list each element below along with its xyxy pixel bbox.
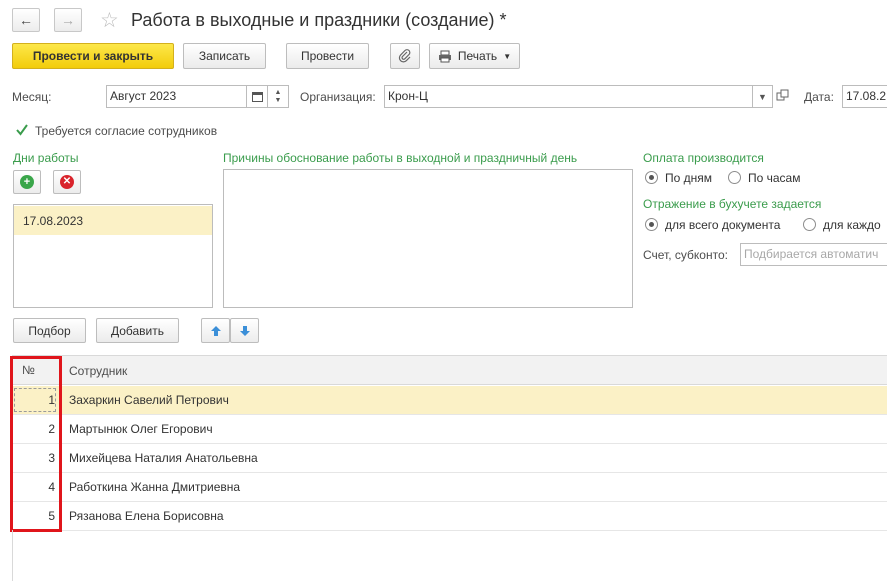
payment-by-days-radio[interactable] — [645, 171, 658, 184]
accounting-whole-doc-radio[interactable] — [645, 218, 658, 231]
month-field[interactable]: Август 2023 — [106, 85, 247, 108]
move-up-button[interactable] — [201, 318, 230, 343]
account-field[interactable]: Подбирается автоматич — [740, 243, 887, 266]
table-row[interactable]: 5 Рязанова Елена Борисовна — [12, 502, 887, 531]
open-link-icon — [776, 89, 789, 101]
move-down-button[interactable] — [230, 318, 259, 343]
remove-day-button[interactable]: ✕ — [53, 170, 81, 194]
account-label: Счет, субконто: — [643, 248, 728, 262]
payment-by-hours-label: По часам — [748, 171, 801, 185]
work-day-item[interactable]: 17.08.2023 — [14, 206, 212, 235]
payment-label: Оплата производится — [643, 151, 764, 165]
highlight-frame — [10, 356, 62, 532]
dropdown-arrow-icon: ▼ — [503, 51, 512, 61]
add-button[interactable]: Добавить — [96, 318, 179, 343]
work-days-list[interactable]: 17.08.2023 — [13, 204, 213, 308]
row-employee: Мартынюк Олег Егорович — [69, 422, 213, 436]
row-employee: Рязанова Елена Борисовна — [69, 509, 224, 523]
arrow-down-icon — [239, 325, 250, 336]
accounting-each-label: для каждо — [823, 218, 881, 232]
month-label: Месяц: — [12, 90, 52, 104]
accounting-whole-doc-label: для всего документа — [665, 218, 781, 232]
close-icon: ✕ — [60, 175, 74, 189]
arrow-right-icon: → — [61, 12, 75, 28]
dropdown-arrow-icon: ▼ — [758, 91, 767, 102]
forward-button[interactable]: → — [54, 8, 82, 32]
work-day-date: 17.08.2023 — [23, 214, 84, 228]
accounting-each-radio[interactable] — [803, 218, 816, 231]
consent-label: Требуется согласие сотрудников — [35, 124, 218, 138]
organization-dropdown-button[interactable]: ▼ — [752, 85, 773, 108]
add-day-button[interactable]: + — [13, 170, 41, 194]
stepper-up-icon[interactable]: ▲ — [275, 89, 282, 97]
table-left-border — [12, 530, 13, 581]
calendar-icon — [251, 92, 263, 102]
print-button[interactable]: Печать ▼ — [429, 43, 520, 69]
date-label: Дата: — [804, 90, 834, 104]
select-button[interactable]: Подбор — [13, 318, 86, 343]
table-row[interactable]: 2 Мартынюк Олег Егорович — [12, 415, 887, 444]
paperclip-icon — [398, 49, 411, 63]
checkmark-icon — [16, 124, 28, 136]
organization-label: Организация: — [300, 90, 376, 104]
open-organization-button[interactable] — [776, 89, 791, 104]
arrow-up-icon — [210, 325, 221, 336]
favorite-star-icon[interactable]: ☆ — [100, 8, 119, 33]
table-row[interactable]: 1 Захаркин Савелий Петрович — [12, 386, 887, 415]
attach-button[interactable] — [390, 43, 420, 69]
accounting-label: Отражение в бухучете задается — [643, 197, 822, 211]
reasons-textarea[interactable] — [223, 169, 633, 308]
month-stepper[interactable]: ▲ ▼ — [267, 85, 289, 108]
back-button[interactable]: ← — [12, 8, 40, 32]
stepper-down-icon[interactable]: ▼ — [275, 97, 282, 105]
print-button-label: Печать — [457, 49, 498, 63]
row-employee: Работкина Жанна Дмитриевна — [69, 480, 241, 494]
payment-by-hours-radio[interactable] — [728, 171, 741, 184]
arrow-left-icon: ← — [19, 12, 33, 28]
window-title: Работа в выходные и праздники (создание)… — [131, 10, 507, 30]
table-row[interactable]: 3 Михейцева Наталия Анатольевна — [12, 444, 887, 473]
row-employee: Михейцева Наталия Анатольевна — [69, 451, 258, 465]
table-row[interactable]: 4 Работкина Жанна Дмитриевна — [12, 473, 887, 502]
save-button[interactable]: Записать — [183, 43, 266, 69]
organization-field[interactable]: Крон-Ц — [384, 85, 753, 108]
post-and-close-button[interactable]: Провести и закрыть — [12, 43, 174, 69]
table-header: № Сотрудник — [12, 355, 887, 385]
date-field[interactable]: 17.08.2 — [842, 85, 887, 108]
row-employee: Захаркин Савелий Петрович — [69, 393, 229, 407]
month-calendar-button[interactable] — [246, 85, 268, 108]
reasons-label: Причины обоснование работы в выходной и … — [223, 151, 578, 165]
column-employee-header[interactable]: Сотрудник — [69, 364, 127, 378]
printer-icon — [438, 50, 451, 62]
work-days-label: Дни работы — [13, 151, 79, 165]
post-button[interactable]: Провести — [286, 43, 369, 69]
plus-icon: + — [20, 175, 34, 189]
consent-checkbox[interactable] — [15, 123, 29, 137]
payment-by-days-label: По дням — [665, 171, 713, 185]
